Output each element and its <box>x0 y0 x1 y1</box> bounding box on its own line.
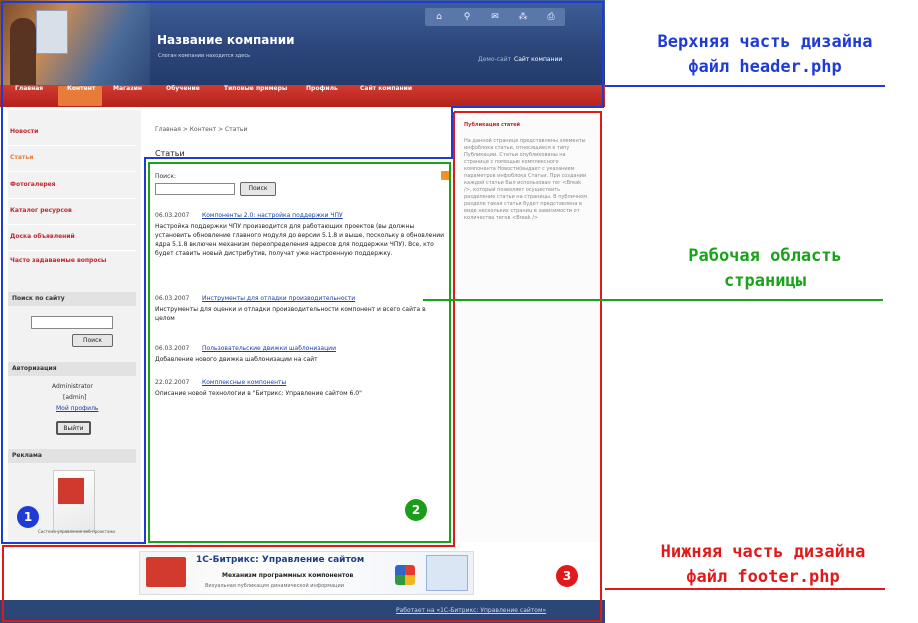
marker-1-badge: 1 <box>17 506 39 528</box>
callout-header-line2: файл header.php <box>688 57 842 77</box>
marker-2-badge: 2 <box>405 499 427 521</box>
callout-footer-line1: Нижняя часть дизайна <box>660 542 866 562</box>
callout-work: Рабочая область страницы <box>612 244 918 294</box>
callout-header: Верхняя часть дизайна файл header.php <box>612 30 918 80</box>
callout-work-line2: страницы <box>724 271 806 291</box>
callout-work-line1: Рабочая область <box>688 246 842 266</box>
callout-footer: Нижняя часть дизайна файл footer.php <box>608 540 918 590</box>
marker-3-badge: 3 <box>556 565 578 587</box>
callout-header-underline <box>605 85 885 87</box>
callout-footer-underline <box>605 588 885 590</box>
footer-outline <box>2 111 602 622</box>
callout-header-line1: Верхняя часть дизайна <box>657 32 873 52</box>
callout-work-underline <box>423 299 883 301</box>
callout-footer-line2: файл footer.php <box>686 567 840 587</box>
